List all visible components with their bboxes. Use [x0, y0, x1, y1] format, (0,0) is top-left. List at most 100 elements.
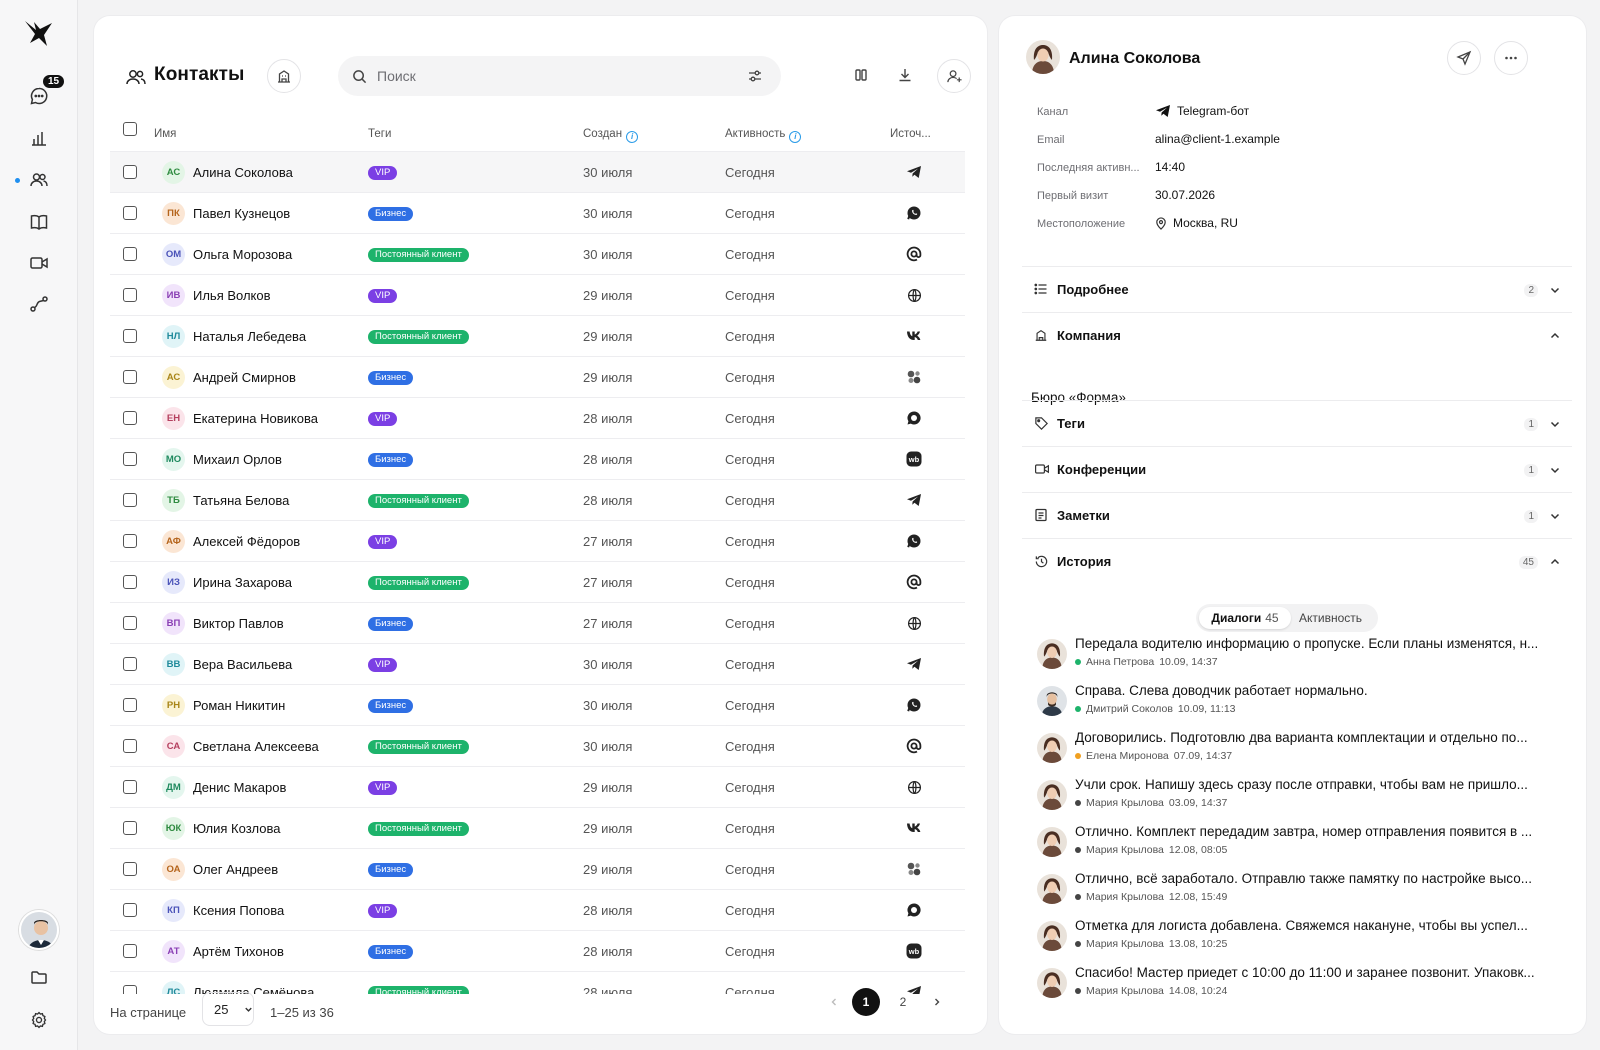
- row-checkbox[interactable]: [123, 329, 137, 343]
- contact-name[interactable]: Татьяна Белова: [193, 493, 289, 508]
- contact-name[interactable]: Наталья Лебедева: [193, 329, 306, 344]
- row-checkbox[interactable]: [123, 534, 137, 548]
- table-row[interactable]: ВП Виктор Павлов Бизнес 27 июля Сегодня: [110, 603, 965, 644]
- bird-logo-icon[interactable]: [22, 16, 56, 50]
- row-checkbox[interactable]: [123, 780, 137, 794]
- section-conferences[interactable]: Конференции 1: [1022, 446, 1572, 492]
- row-checkbox[interactable]: [123, 247, 137, 261]
- row-checkbox[interactable]: [123, 616, 137, 630]
- next-page-icon[interactable]: [923, 988, 951, 1016]
- contact-name[interactable]: Алина Соколова: [193, 165, 293, 180]
- table-row[interactable]: АТ Артём Тихонов Бизнес 28 июля Сегодня wb: [110, 931, 965, 972]
- info-icon[interactable]: i: [626, 131, 639, 143]
- folder-icon[interactable]: [25, 963, 53, 991]
- columns-icon[interactable]: [847, 61, 875, 89]
- video-icon[interactable]: [25, 249, 53, 277]
- history-item[interactable]: Договорились. Подготовлю два варианта ко…: [1037, 730, 1547, 777]
- column-activity[interactable]: Активность i: [725, 128, 802, 143]
- user-avatar[interactable]: [19, 910, 59, 950]
- table-row[interactable]: ЕН Екатерина Новикова VIP 28 июля Сегодня: [110, 398, 965, 439]
- tab-activity[interactable]: Активность: [1299, 611, 1362, 625]
- contact-name[interactable]: Илья Волков: [193, 288, 271, 303]
- column-created[interactable]: Создан i: [583, 128, 639, 143]
- table-row[interactable]: ОМ Ольга Морозова Постоянный клиент 30 июля…: [110, 234, 965, 275]
- field-value[interactable]: alina@client-1.example: [1155, 132, 1280, 146]
- table-row[interactable]: КП Ксения Попова VIP 28 июля Сегодня: [110, 890, 965, 931]
- select-all-checkbox[interactable]: [123, 122, 137, 136]
- send-message-button[interactable]: [1447, 41, 1481, 75]
- row-checkbox[interactable]: [123, 493, 137, 507]
- table-row[interactable]: АС Андрей Смирнов Бизнес 29 июля Сегодня: [110, 357, 965, 398]
- contact-name[interactable]: Денис Макаров: [193, 780, 286, 795]
- section-notes[interactable]: Заметки 1: [1022, 492, 1572, 538]
- table-row[interactable]: ПК Павел Кузнецов Бизнес 30 июля Сегодня: [110, 193, 965, 234]
- prev-page-icon[interactable]: [820, 988, 848, 1016]
- row-checkbox[interactable]: [123, 288, 137, 302]
- table-row[interactable]: НЛ Наталья Лебедева Постоянный клиент 29 ию…: [110, 316, 965, 357]
- contacts-icon[interactable]: [25, 166, 53, 194]
- contact-name[interactable]: Светлана Алексеева: [193, 739, 319, 754]
- table-row[interactable]: АС Алина Соколова VIP 30 июля Сегодня: [110, 152, 965, 193]
- column-name[interactable]: Имя: [154, 128, 176, 140]
- page-2-button[interactable]: 2: [889, 988, 917, 1016]
- history-item[interactable]: Отметка для логиста добавлена. Свяжемся …: [1037, 918, 1547, 965]
- contact-name[interactable]: Екатерина Новикова: [193, 411, 318, 426]
- analytics-icon[interactable]: [25, 124, 53, 152]
- row-checkbox[interactable]: [123, 903, 137, 917]
- row-checkbox[interactable]: [123, 739, 137, 753]
- section-history[interactable]: История 45: [1022, 538, 1572, 584]
- row-checkbox[interactable]: [123, 944, 137, 958]
- column-source[interactable]: Источ...: [890, 128, 931, 140]
- table-row[interactable]: МО Михаил Орлов Бизнес 28 июля Сегодня wb: [110, 439, 965, 480]
- section-details[interactable]: Подробнее 2: [1022, 266, 1572, 312]
- table-row[interactable]: ИВ Илья Волков VIP 29 июля Сегодня: [110, 275, 965, 316]
- row-checkbox[interactable]: [123, 452, 137, 466]
- contact-name[interactable]: Алексей Фёдоров: [193, 534, 300, 549]
- table-row[interactable]: ТБ Татьяна Белова Постоянный клиент 28 июля…: [110, 480, 965, 521]
- routes-icon[interactable]: [25, 290, 53, 318]
- table-row[interactable]: ОА Олег Андреев Бизнес 29 июля Сегодня: [110, 849, 965, 890]
- row-checkbox[interactable]: [123, 698, 137, 712]
- download-icon[interactable]: [891, 61, 919, 89]
- table-row[interactable]: ЮК Юлия Козлова Постоянный клиент 29 июля Се…: [110, 808, 965, 849]
- history-item[interactable]: Спасибо! Мастер приедет с 10:00 до 11:00…: [1037, 965, 1547, 1012]
- row-checkbox[interactable]: [123, 370, 137, 384]
- contact-name[interactable]: Юлия Козлова: [193, 821, 280, 836]
- row-checkbox[interactable]: [123, 206, 137, 220]
- page-1-button[interactable]: 1: [852, 988, 880, 1016]
- contact-name[interactable]: Павел Кузнецов: [193, 206, 290, 221]
- contact-name[interactable]: Артём Тихонов: [193, 944, 284, 959]
- contact-name[interactable]: Роман Никитин: [193, 698, 285, 713]
- per-page-select[interactable]: 25: [202, 992, 254, 1026]
- search-input[interactable]: [377, 68, 717, 84]
- section-company[interactable]: Компания: [1022, 312, 1572, 358]
- row-checkbox[interactable]: [123, 985, 137, 994]
- row-checkbox[interactable]: [123, 657, 137, 671]
- contact-name[interactable]: Андрей Смирнов: [193, 370, 296, 385]
- row-checkbox[interactable]: [123, 862, 137, 876]
- history-item[interactable]: Справа. Слева доводчик работает нормальн…: [1037, 683, 1547, 730]
- contact-name[interactable]: Михаил Орлов: [193, 452, 282, 467]
- history-item[interactable]: Передала водителю информацию о пропуске.…: [1037, 636, 1547, 683]
- table-row[interactable]: ИЗ Ирина Захарова Постоянный клиент 27 июля…: [110, 562, 965, 603]
- table-row[interactable]: ВВ Вера Васильева VIP 30 июля Сегодня: [110, 644, 965, 685]
- row-checkbox[interactable]: [123, 575, 137, 589]
- contact-name[interactable]: Вера Васильева: [193, 657, 292, 672]
- filter-icon[interactable]: [747, 68, 763, 84]
- column-tags[interactable]: Теги: [368, 128, 391, 140]
- info-icon[interactable]: i: [789, 131, 802, 143]
- table-row[interactable]: РН Роман Никитин Бизнес 30 июля Сегодня: [110, 685, 965, 726]
- table-row[interactable]: АФ Алексей Фёдоров VIP 27 июля Сегодня: [110, 521, 965, 562]
- companies-button[interactable]: [267, 59, 301, 93]
- more-options-button[interactable]: [1494, 41, 1528, 75]
- add-contact-button[interactable]: [937, 59, 971, 93]
- contact-name[interactable]: Ирина Захарова: [193, 575, 292, 590]
- contact-name[interactable]: Виктор Павлов: [193, 616, 284, 631]
- contact-name[interactable]: Ольга Морозова: [193, 247, 292, 262]
- contact-name[interactable]: Олег Андреев: [193, 862, 278, 877]
- table-row[interactable]: ДМ Денис Макаров VIP 29 июля Сегодня: [110, 767, 965, 808]
- tab-dialogs[interactable]: Диалоги 45: [1199, 607, 1291, 629]
- history-item[interactable]: Отлично. Комплект передадим завтра, номе…: [1037, 824, 1547, 871]
- row-checkbox[interactable]: [123, 411, 137, 425]
- section-tags[interactable]: Теги 1: [1022, 400, 1572, 446]
